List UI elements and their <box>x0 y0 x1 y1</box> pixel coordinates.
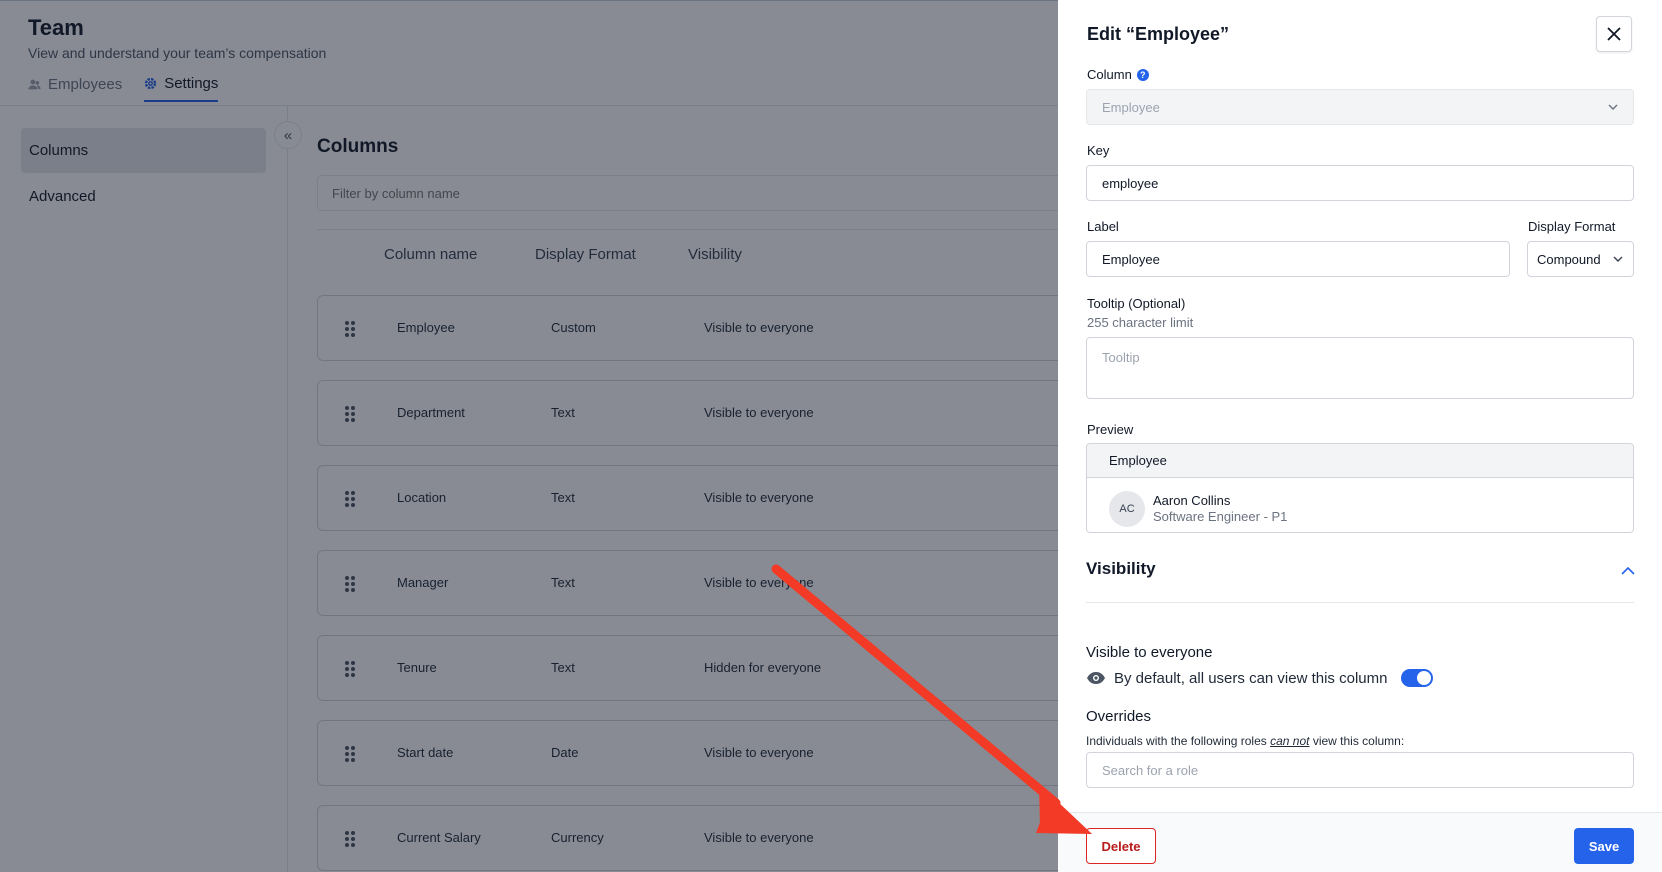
visible-to-everyone-title: Visible to everyone <box>1086 644 1213 661</box>
display-format-select[interactable]: Compound <box>1527 241 1634 277</box>
key-field-label: Key <box>1087 143 1110 158</box>
visibility-default-row: By default, all users can view this colu… <box>1086 669 1434 687</box>
save-button[interactable]: Save <box>1574 828 1634 864</box>
avatar: AC <box>1109 491 1145 527</box>
role-search-input[interactable]: Search for a role <box>1086 752 1634 788</box>
overrides-description: Individuals with the following roles can… <box>1086 734 1405 748</box>
preview-employee-role: Software Engineer - P1 <box>1153 509 1288 524</box>
tooltip-field-label: Tooltip (Optional) <box>1087 296 1186 311</box>
key-input[interactable]: employee <box>1086 165 1634 201</box>
column-select-value: Employee <box>1102 99 1160 115</box>
help-icon[interactable]: ? <box>1136 69 1149 81</box>
overrides-title: Overrides <box>1086 708 1152 725</box>
visibility-default-desc: By default, all users can view this colu… <box>1114 669 1388 687</box>
chevron-down-icon <box>1608 104 1618 110</box>
display-format-label: Display Format <box>1528 219 1616 234</box>
chevron-down-icon <box>1613 256 1623 262</box>
tooltip-placeholder: Tooltip <box>1102 350 1140 365</box>
visibility-section-heading[interactable]: Visibility <box>1086 559 1156 579</box>
column-select: Employee <box>1086 89 1634 125</box>
preview-employee-name: Aaron Collins <box>1153 493 1231 508</box>
preview-card: Employee AC Aaron Collins Software Engin… <box>1086 443 1634 533</box>
drawer-footer: Delete Save <box>1058 812 1662 872</box>
key-input-value: employee <box>1102 175 1159 191</box>
eye-icon <box>1087 672 1105 684</box>
tooltip-textarea[interactable]: Tooltip <box>1086 337 1634 399</box>
label-input-value: Employee <box>1102 251 1160 267</box>
preview-header: Employee <box>1087 444 1633 478</box>
close-button[interactable] <box>1596 16 1632 52</box>
delete-button[interactable]: Delete <box>1086 828 1156 864</box>
column-field-label: Column? <box>1087 67 1149 82</box>
display-format-value: Compound <box>1537 251 1601 267</box>
drawer-title: Edit “Employee” <box>1087 24 1230 44</box>
tooltip-hint: 255 character limit <box>1087 315 1194 330</box>
visibility-divider <box>1086 602 1634 603</box>
role-search-placeholder: Search for a role <box>1102 762 1199 778</box>
close-icon <box>1607 27 1621 41</box>
label-field-label: Label <box>1087 219 1119 234</box>
preview-label: Preview <box>1087 422 1134 437</box>
chevron-up-icon[interactable] <box>1620 563 1636 579</box>
label-input[interactable]: Employee <box>1086 241 1510 277</box>
edit-column-drawer: Edit “Employee” Column? Employee Key emp… <box>1058 0 1662 872</box>
visibility-toggle[interactable] <box>1401 669 1434 687</box>
